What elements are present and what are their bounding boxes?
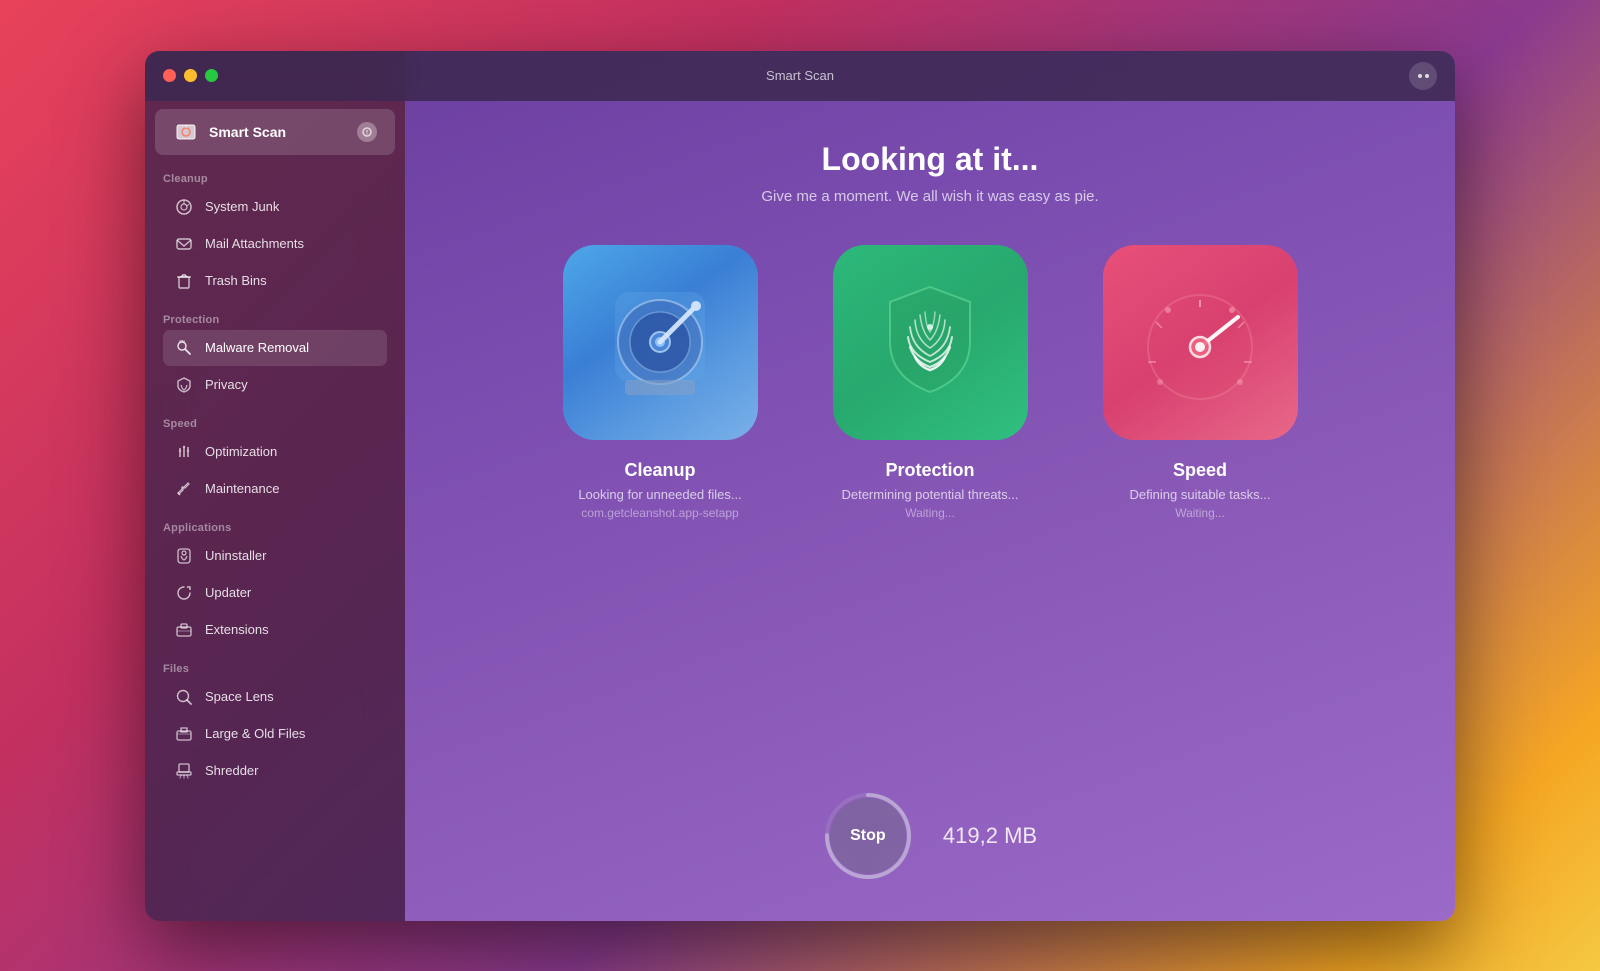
main-content: Looking at it... Give me a moment. We al… [405, 51, 1455, 921]
cleanup-section: Cleanup System Junk [145, 163, 405, 304]
system-junk-icon [173, 196, 195, 218]
app-window: Smart Scan Smart Scan [145, 51, 1455, 921]
cleanup-card: Cleanup Looking for unneeded files... co… [540, 245, 780, 520]
speed-section-label: Speed [163, 418, 387, 430]
system-junk-label: System Junk [205, 199, 279, 214]
applications-section-label: Applications [163, 522, 387, 534]
sidebar-item-mail-attachments[interactable]: Mail Attachments [163, 226, 387, 262]
window-title: Smart Scan [766, 68, 834, 83]
mail-icon [173, 233, 195, 255]
privacy-icon [173, 374, 195, 396]
mail-attachments-label: Mail Attachments [205, 236, 304, 251]
cleanup-card-substatus: com.getcleanshot.app-setapp [581, 506, 738, 520]
optimization-label: Optimization [205, 444, 277, 459]
sidebar-item-extensions[interactable]: Extensions [163, 612, 387, 648]
updater-icon [173, 582, 195, 604]
sidebar-item-privacy[interactable]: Privacy [163, 367, 387, 403]
sidebar-item-system-junk[interactable]: System Junk [163, 189, 387, 225]
files-section: Files Space Lens L [145, 653, 405, 794]
smart-scan-icon [173, 119, 199, 145]
sidebar-item-uninstaller[interactable]: Uninstaller [163, 538, 387, 574]
main-subheading: Give me a moment. We all wish it was eas… [761, 188, 1098, 205]
speed-card: Speed Defining suitable tasks... Waiting… [1080, 245, 1320, 520]
main-heading: Looking at it... [761, 141, 1098, 178]
files-section-label: Files [163, 663, 387, 675]
protection-card-substatus: Waiting... [905, 506, 955, 520]
speed-card-status: Defining suitable tasks... [1130, 487, 1271, 502]
space-lens-label: Space Lens [205, 689, 274, 704]
protection-card-icon [833, 245, 1028, 440]
shredder-icon [173, 760, 195, 782]
applications-section: Applications Uninstaller [145, 512, 405, 653]
speed-section: Speed Optimization [145, 408, 405, 512]
cleanup-section-label: Cleanup [163, 173, 387, 185]
sidebar-item-optimization[interactable]: Optimization [163, 434, 387, 470]
maximize-button[interactable] [205, 69, 218, 82]
malware-icon [173, 337, 195, 359]
trash-icon [173, 270, 195, 292]
malware-removal-label: Malware Removal [205, 340, 309, 355]
traffic-lights [163, 69, 218, 82]
sidebar-item-shredder[interactable]: Shredder [163, 753, 387, 789]
protection-card: Protection Determining potential threats… [810, 245, 1050, 520]
smart-scan-label: Smart Scan [209, 124, 347, 140]
protection-section: Protection Malware Removal [145, 304, 405, 408]
more-options-button[interactable] [1409, 62, 1437, 90]
space-lens-icon [173, 686, 195, 708]
scan-size-label: 419,2 MB [943, 823, 1037, 849]
protection-section-label: Protection [163, 314, 387, 326]
speed-card-label: Speed [1173, 460, 1227, 481]
speed-card-icon [1103, 245, 1298, 440]
main-header: Looking at it... Give me a moment. We al… [741, 101, 1118, 225]
uninstaller-icon [173, 545, 195, 567]
sidebar-item-maintenance[interactable]: Maintenance [163, 471, 387, 507]
maintenance-label: Maintenance [205, 481, 279, 496]
protection-card-label: Protection [885, 460, 974, 481]
cleanup-card-label: Cleanup [624, 460, 695, 481]
sidebar-item-space-lens[interactable]: Space Lens [163, 679, 387, 715]
smart-scan-badge [357, 122, 377, 142]
updater-label: Updater [205, 585, 251, 600]
extensions-icon [173, 619, 195, 641]
uninstaller-label: Uninstaller [205, 548, 266, 563]
sidebar-item-updater[interactable]: Updater [163, 575, 387, 611]
scan-cards-row: Cleanup Looking for unneeded files... co… [500, 225, 1360, 771]
speed-card-substatus: Waiting... [1175, 506, 1225, 520]
cleanup-card-status: Looking for unneeded files... [578, 487, 741, 502]
trash-bins-label: Trash Bins [205, 273, 267, 288]
privacy-label: Privacy [205, 377, 248, 392]
maintenance-icon [173, 478, 195, 500]
minimize-button[interactable] [184, 69, 197, 82]
large-old-files-label: Large & Old Files [205, 726, 305, 741]
cleanup-card-icon [563, 245, 758, 440]
titlebar: Smart Scan [145, 51, 1455, 101]
bottom-area: Stop 419,2 MB [803, 771, 1057, 921]
sidebar-item-smart-scan[interactable]: Smart Scan [155, 109, 395, 155]
sidebar-item-malware-removal[interactable]: Malware Removal [163, 330, 387, 366]
protection-card-status: Determining potential threats... [841, 487, 1018, 502]
extensions-label: Extensions [205, 622, 269, 637]
optimization-icon [173, 441, 195, 463]
close-button[interactable] [163, 69, 176, 82]
shredder-label: Shredder [205, 763, 258, 778]
stop-button-wrap: Stop [823, 791, 913, 881]
sidebar-item-large-old-files[interactable]: Large & Old Files [163, 716, 387, 752]
stop-button[interactable]: Stop [830, 798, 906, 874]
sidebar-item-trash-bins[interactable]: Trash Bins [163, 263, 387, 299]
sidebar: Smart Scan Cleanup [145, 51, 405, 921]
large-files-icon [173, 723, 195, 745]
